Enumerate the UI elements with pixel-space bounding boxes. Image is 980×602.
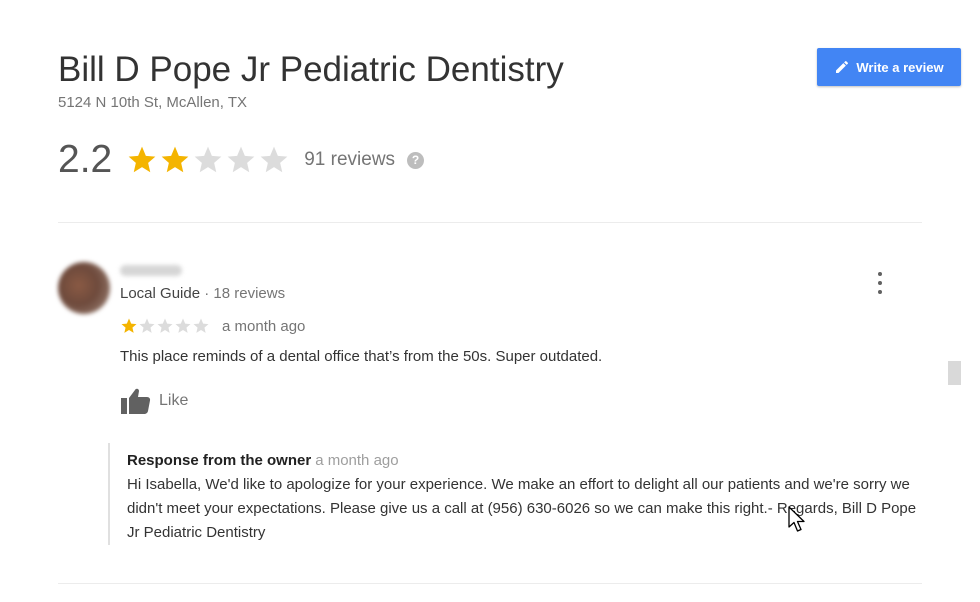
star-icon	[193, 318, 209, 333]
reviews-count-link[interactable]: 91 reviews	[304, 149, 395, 171]
owner-response-date: a month ago	[315, 452, 399, 469]
star-icon	[121, 318, 137, 333]
divider	[58, 222, 922, 223]
more-options-icon[interactable]	[870, 272, 890, 294]
star-icon	[227, 146, 255, 173]
write-review-label: Write a review	[856, 59, 944, 75]
star-icon	[194, 146, 222, 173]
business-title: Bill D Pope Jr Pediatric Dentistry	[58, 50, 564, 89]
owner-response-label: Response from the owner	[127, 452, 312, 469]
menu-dot	[878, 272, 882, 276]
star-icon	[175, 318, 191, 333]
scrollbar-thumb[interactable]	[948, 361, 961, 385]
business-address: 5124 N 10th St, McAllen, TX	[58, 94, 247, 111]
review-text: This place reminds of a dental office th…	[120, 348, 603, 365]
write-review-button[interactable]: Write a review	[817, 48, 961, 86]
like-label: Like	[159, 392, 189, 409]
rating-value: 2.2	[58, 138, 113, 181]
thumbs-up-icon	[121, 388, 151, 414]
reviewer-avatar[interactable]	[58, 262, 110, 314]
mouse-cursor-icon	[788, 506, 805, 532]
review-stars	[120, 317, 210, 335]
review-date: a month ago	[222, 317, 306, 335]
reviewer-name-blurred[interactable]	[120, 265, 182, 276]
owner-response-header: Response from the owner a month ago	[127, 452, 920, 470]
help-icon[interactable]: ?	[407, 151, 425, 169]
star-icon	[128, 146, 156, 173]
divider	[58, 583, 922, 584]
reviewer-review-count: · 18 reviews	[200, 285, 286, 302]
reviewer-meta: Local Guide · 18 reviews	[120, 285, 285, 302]
like-button[interactable]: Like	[120, 387, 188, 415]
pencil-icon	[836, 60, 849, 73]
local-guide-label: Local Guide	[120, 285, 201, 302]
star-icon	[157, 318, 173, 333]
star-icon	[260, 146, 288, 173]
star-icon	[161, 146, 189, 173]
menu-dot	[878, 281, 882, 285]
rating-summary: 2.2 91 reviews ?	[58, 136, 425, 184]
star-icon	[139, 318, 155, 333]
rating-stars	[126, 144, 290, 176]
review-rating-row: a month ago	[120, 316, 305, 336]
menu-dot	[878, 290, 882, 294]
